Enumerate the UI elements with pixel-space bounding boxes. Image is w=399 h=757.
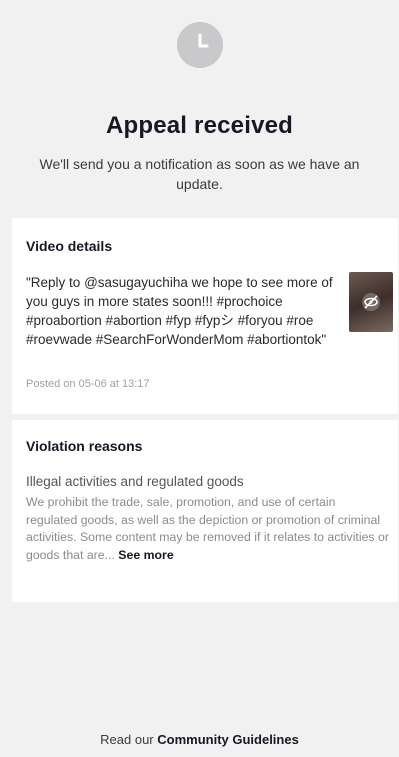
violation-reason-text: We prohibit the trade, sale, promotion, … xyxy=(26,495,389,562)
violation-reasons-title: Violation reasons xyxy=(26,438,143,454)
page-title: Appeal received xyxy=(105,112,294,139)
violation-reason-title: Illegal activities and regulated goods xyxy=(26,474,244,489)
footer-prefix: Read our xyxy=(100,732,158,747)
clock-icon xyxy=(176,22,223,68)
violation-reason-description: We prohibit the trade, sale, promotion, … xyxy=(26,494,390,564)
video-caption: "Reply to @sasugayuchiha we hope to see … xyxy=(26,275,333,347)
posted-timestamp: Posted on 05-06 at 13:17 xyxy=(26,378,150,390)
see-more-link[interactable]: See more xyxy=(115,548,173,562)
video-thumbnail[interactable] xyxy=(349,272,393,332)
video-details-title: Video details xyxy=(26,238,113,254)
hidden-eye-icon xyxy=(362,293,380,311)
video-details-card[interactable]: Video details "Reply to @sasugayuchiha w… xyxy=(12,218,398,414)
appeal-header: Appeal received We'll send you a notific… xyxy=(0,0,399,194)
community-guidelines-link[interactable]: Community Guidelines xyxy=(157,732,299,747)
page-subtitle: We'll send you a notification as soon as… xyxy=(39,156,360,192)
footer: Read our Community Guidelines xyxy=(0,732,399,747)
violation-reasons-card: Violation reasons Illegal activities and… xyxy=(12,420,398,602)
